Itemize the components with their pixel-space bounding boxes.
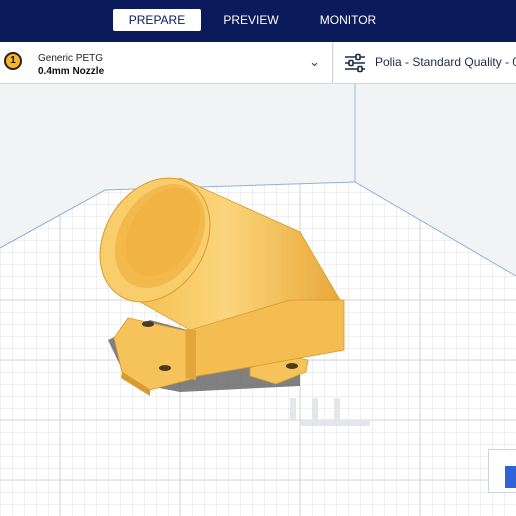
view-cube-icon xyxy=(505,466,516,488)
material-label: Generic PETG xyxy=(38,53,104,64)
tab-prepare[interactable]: PREPARE xyxy=(113,9,201,31)
stage-menu-bar: PREPARE PREVIEW MONITOR xyxy=(0,0,516,42)
3d-viewport[interactable] xyxy=(0,84,516,516)
nozzle-label: 0.4mm Nozzle xyxy=(38,66,105,77)
print-settings-selector[interactable]: Polia - Standard Quality - 0.2 xyxy=(334,42,516,84)
chevron-down-icon[interactable]: ⌄ xyxy=(309,54,320,70)
tab-monitor[interactable]: MONITOR xyxy=(310,9,386,31)
quality-profile-label: Polia - Standard Quality - 0.2 xyxy=(375,55,516,69)
tab-preview[interactable]: PREVIEW xyxy=(214,9,288,31)
settings-sliders-icon xyxy=(345,53,365,73)
view-orientation-widget[interactable] xyxy=(488,449,516,493)
printer-material-selector[interactable]: 1 Generic PETG 0.4mm Nozzle ⌄ xyxy=(0,42,333,84)
extruder-badge: 1 xyxy=(4,52,22,70)
